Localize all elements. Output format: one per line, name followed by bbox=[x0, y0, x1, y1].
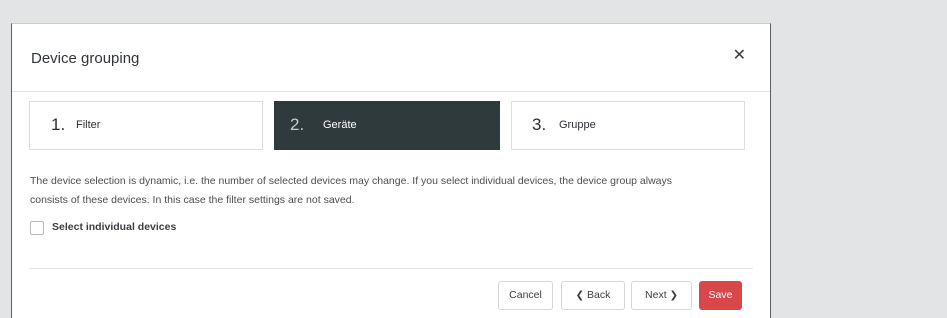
step-gruppe[interactable]: 3. Gruppe bbox=[511, 101, 745, 150]
next-button-label: Next bbox=[645, 289, 667, 301]
back-button-label: Back bbox=[586, 289, 611, 301]
footer-divider bbox=[29, 268, 753, 269]
step-filter[interactable]: 1. Filter bbox=[29, 101, 263, 150]
cancel-button-label: Cancel bbox=[509, 289, 542, 301]
step-number: 2. bbox=[290, 115, 305, 134]
step-label: Gruppe bbox=[559, 119, 596, 131]
step-geraete[interactable]: 2. Geräte bbox=[274, 101, 500, 150]
step-label: Geräte bbox=[323, 119, 357, 131]
select-individual-devices-checkbox[interactable] bbox=[30, 221, 44, 235]
next-button[interactable]: Next ❯ bbox=[631, 281, 692, 310]
info-line-2: consists of these devices. In this case … bbox=[30, 194, 355, 206]
cancel-button[interactable]: Cancel bbox=[498, 281, 553, 310]
device-grouping-dialog: Device grouping ✕ 1. Filter 2. Geräte 3.… bbox=[11, 23, 771, 318]
save-button-label: Save bbox=[708, 289, 733, 301]
info-text: The device selection is dynamic, i.e. th… bbox=[30, 172, 750, 210]
dialog-header: Device grouping ✕ bbox=[12, 24, 770, 92]
step-number: 3. bbox=[532, 115, 547, 134]
save-button[interactable]: Save bbox=[699, 281, 742, 310]
wizard-steps: 1. Filter 2. Geräte 3. Gruppe bbox=[29, 101, 745, 150]
chevron-left-icon: ❮ bbox=[575, 290, 585, 301]
checkbox-label: Select individual devices bbox=[52, 221, 177, 233]
step-label: Filter bbox=[76, 119, 101, 131]
close-icon[interactable]: ✕ bbox=[733, 48, 746, 64]
back-button[interactable]: ❮ Back bbox=[561, 281, 625, 310]
dialog-title: Device grouping bbox=[31, 50, 140, 67]
chevron-right-icon: ❯ bbox=[669, 290, 678, 301]
info-line-1: The device selection is dynamic, i.e. th… bbox=[30, 175, 673, 187]
step-number: 1. bbox=[51, 115, 66, 134]
